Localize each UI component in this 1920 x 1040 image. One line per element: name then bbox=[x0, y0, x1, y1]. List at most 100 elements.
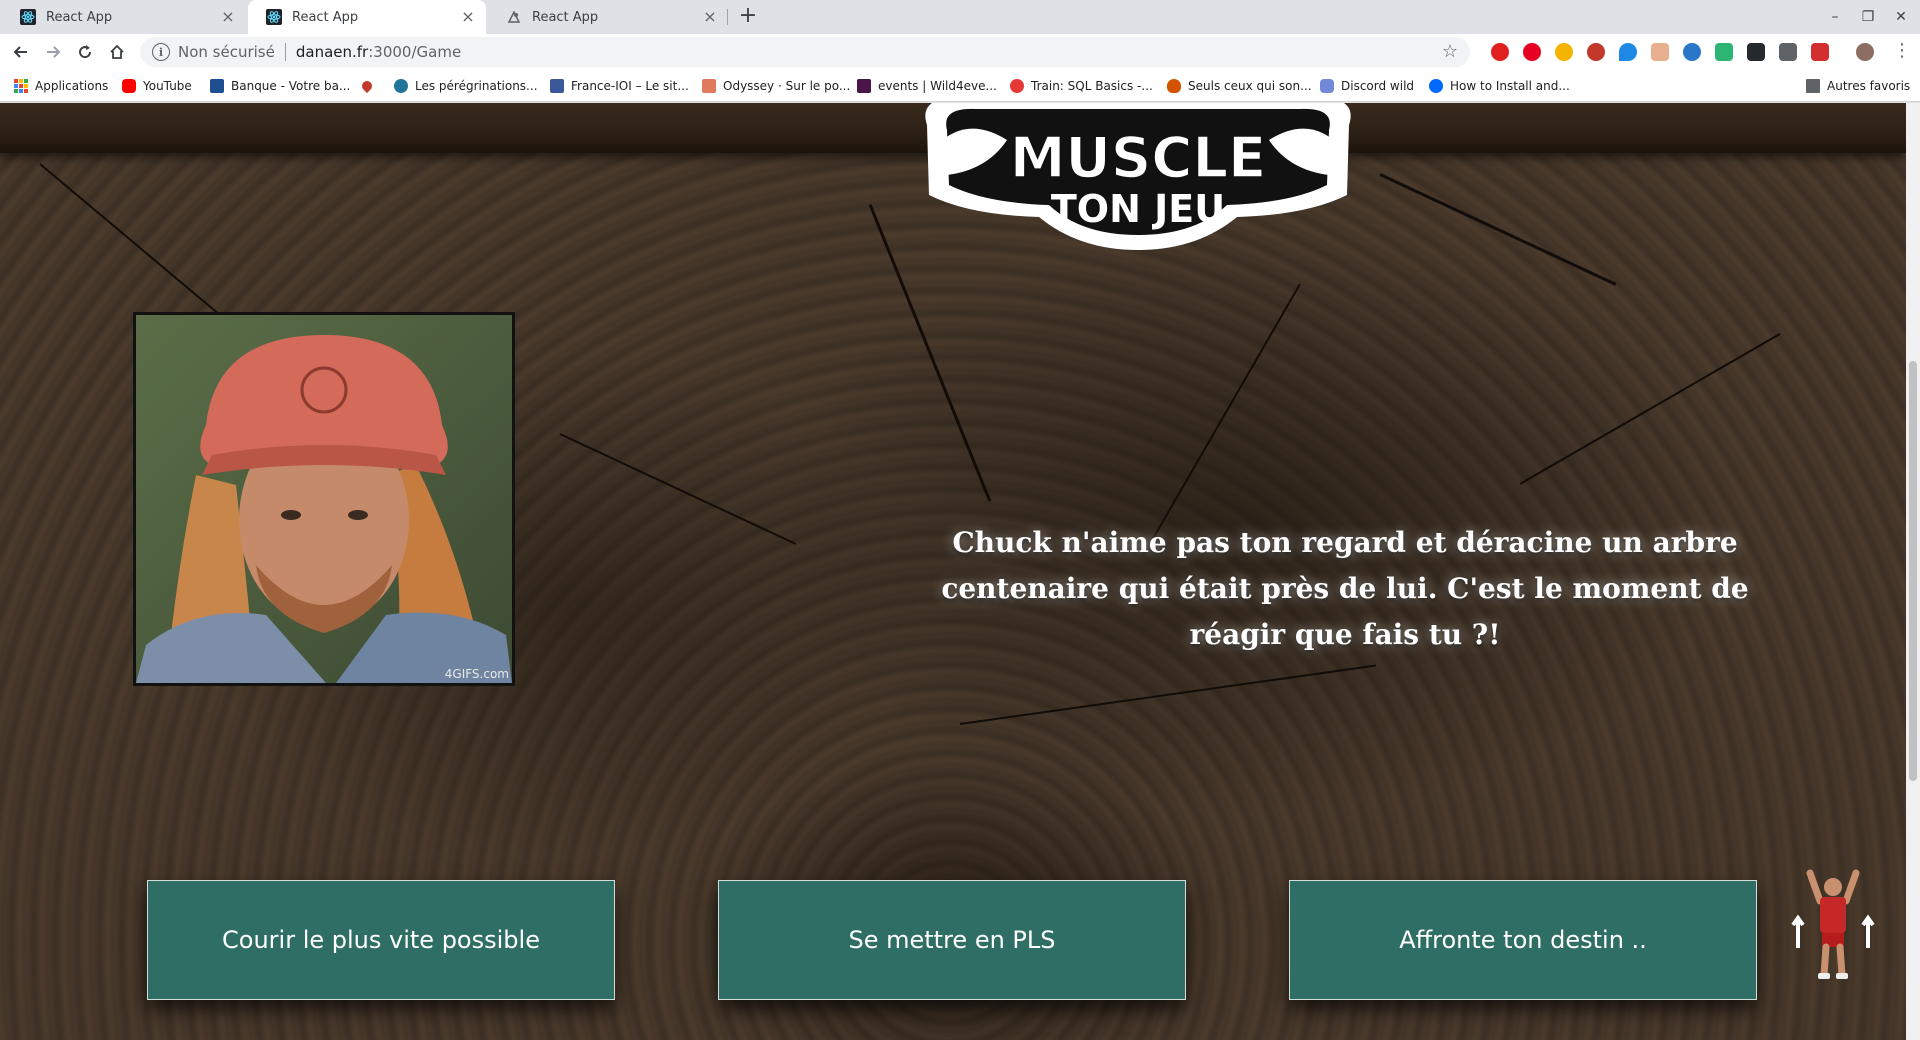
back-arrow-icon bbox=[13, 46, 27, 58]
palette-extension-icon[interactable] bbox=[1651, 43, 1669, 61]
chrome-extension-icon[interactable] bbox=[1555, 43, 1573, 61]
browser-toolbar: i Non sécurisé danaen.fr:3000/Game ☆ ⋮ bbox=[0, 34, 1920, 70]
bookmark-france-ioi[interactable]: France-IOI – Le sit... bbox=[550, 77, 689, 95]
bookmark-label: France-IOI – Le sit... bbox=[571, 79, 689, 93]
tab-close-icon[interactable]: × bbox=[702, 9, 718, 25]
home-button[interactable] bbox=[105, 40, 129, 64]
profile-avatar[interactable] bbox=[1856, 43, 1874, 61]
chuck-portrait-illustration bbox=[136, 315, 512, 683]
discord-icon bbox=[1320, 79, 1334, 93]
tab-react-app-1[interactable]: React App × bbox=[2, 0, 246, 34]
bookmark-discord-wild[interactable]: Discord wild bbox=[1320, 77, 1414, 95]
france-ioi-icon bbox=[550, 79, 564, 93]
apps-grid-icon bbox=[14, 79, 28, 93]
shield-extension-icon[interactable] bbox=[1779, 43, 1797, 61]
close-window-button[interactable]: ✕ bbox=[1886, 6, 1916, 28]
pinterest-extension-icon[interactable] bbox=[1523, 43, 1541, 61]
bookmark-seuls-ceux[interactable]: Seuls ceux qui son... bbox=[1167, 77, 1312, 95]
folder-icon bbox=[1806, 79, 1820, 93]
forward-button[interactable] bbox=[41, 40, 65, 64]
bookmark-label: Applications bbox=[35, 79, 109, 93]
bookmark-peregrinations[interactable]: Les pérégrinations... bbox=[394, 77, 538, 95]
bookmark-label: events | Wild4eve... bbox=[878, 79, 997, 93]
tab-title: React App bbox=[46, 9, 113, 25]
bookmark-label: Autres favoris bbox=[1827, 79, 1911, 93]
security-label: Non sécurisé bbox=[178, 43, 275, 61]
react-favicon-icon bbox=[266, 9, 282, 25]
choice-button-run[interactable]: Courir le plus vite possible bbox=[147, 880, 615, 1000]
bookmark-applications[interactable]: Applications bbox=[14, 77, 108, 95]
wood-crack bbox=[1149, 283, 1301, 545]
bookmark-youtube[interactable]: YouTube bbox=[122, 77, 192, 95]
chuck-gif-image: 4GIFS.com bbox=[133, 312, 515, 686]
bookmark-label: How to Install and... bbox=[1450, 79, 1570, 93]
scrollbar-thumb[interactable] bbox=[1909, 361, 1917, 781]
restore-button[interactable]: ❐ bbox=[1853, 6, 1883, 28]
tab-close-icon[interactable]: × bbox=[460, 9, 476, 25]
wood-crack bbox=[959, 664, 1377, 725]
tab-react-app-2[interactable]: React App × bbox=[248, 0, 486, 34]
tab-title: React App bbox=[532, 9, 599, 25]
wood-crack bbox=[1379, 173, 1617, 286]
tab-title: React App bbox=[292, 9, 359, 25]
bookmark-sql-basics[interactable]: Train: SQL Basics -... bbox=[1010, 77, 1153, 95]
url-host: danaen.fr bbox=[295, 43, 369, 61]
new-tab-button[interactable]: + bbox=[736, 5, 760, 29]
bookmark-odyssey[interactable]: Odyssey · Sur le po... bbox=[702, 77, 850, 95]
choice-button-face-destiny[interactable]: Affronte ton destin .. bbox=[1289, 880, 1757, 1000]
wood-crack bbox=[1519, 333, 1781, 485]
url-path: :3000/Game bbox=[368, 43, 462, 61]
address-divider bbox=[284, 43, 286, 61]
acorn-icon bbox=[1167, 79, 1181, 93]
slack-icon bbox=[857, 79, 871, 93]
bookmark-label: Seuls ceux qui son... bbox=[1188, 79, 1312, 93]
video-extension-icon[interactable] bbox=[1811, 43, 1829, 61]
bookmark-heart[interactable] bbox=[359, 77, 379, 95]
bookmark-wild4events[interactable]: events | Wild4eve... bbox=[857, 77, 997, 95]
back-button[interactable] bbox=[9, 40, 33, 64]
heart-icon bbox=[359, 78, 375, 94]
story-text: Chuck n'aime pas ton regard et déracine … bbox=[941, 526, 1749, 651]
digitalocean-icon bbox=[1429, 79, 1443, 93]
bookmark-label: Discord wild bbox=[1341, 79, 1415, 93]
choice-button-pls[interactable]: Se mettre en PLS bbox=[718, 880, 1186, 1000]
address-bar[interactable]: i Non sécurisé danaen.fr:3000/Game ☆ bbox=[140, 37, 1470, 67]
weightlifter-mascot-image bbox=[1791, 869, 1875, 979]
s-extension-icon[interactable] bbox=[1715, 43, 1733, 61]
reload-button[interactable] bbox=[73, 40, 97, 64]
logo-line2: TON JEU bbox=[1051, 187, 1225, 231]
react-favicon-icon bbox=[20, 9, 36, 25]
bookmark-label: YouTube bbox=[143, 79, 192, 93]
tab-strip: React App × React App × React App × + – … bbox=[0, 0, 1920, 34]
tab-react-app-3[interactable]: React App × bbox=[488, 0, 728, 34]
menu-kebab-icon[interactable]: ⋮ bbox=[1893, 40, 1911, 61]
logo-line1: MUSCLE bbox=[1010, 126, 1267, 191]
bookmark-label: Odyssey · Sur le po... bbox=[723, 79, 851, 93]
bookmarks-bar: Applications YouTube Banque - Votre ba..… bbox=[0, 70, 1920, 102]
vertabelo-icon bbox=[1010, 79, 1024, 93]
bookmark-star-icon[interactable]: ☆ bbox=[1442, 41, 1458, 62]
bookmark-how-to-install[interactable]: How to Install and... bbox=[1429, 77, 1570, 95]
bookmark-banque[interactable]: Banque - Votre ba... bbox=[210, 77, 350, 95]
droplet-extension-icon[interactable] bbox=[1619, 43, 1637, 61]
youtube-icon bbox=[122, 79, 136, 93]
bookmark-label: Train: SQL Basics -... bbox=[1031, 79, 1153, 93]
odyssey-icon bbox=[702, 79, 716, 93]
game-page: MUSCLE TON JEU 4GIFS.com Chuck n'aime pa… bbox=[0, 103, 1906, 1040]
tab-close-icon[interactable]: × bbox=[220, 9, 236, 25]
info-icon[interactable]: i bbox=[152, 43, 170, 61]
wood-crack bbox=[559, 433, 797, 545]
reload-icon bbox=[79, 45, 92, 59]
tab-separator bbox=[727, 9, 728, 25]
loading-favicon-icon bbox=[506, 9, 522, 25]
bookmark-other-favorites[interactable]: Autres favoris bbox=[1806, 77, 1910, 95]
adblock-extension-icon[interactable] bbox=[1587, 43, 1605, 61]
opera-extension-icon[interactable] bbox=[1491, 43, 1509, 61]
page-scrollbar[interactable] bbox=[1906, 103, 1920, 1040]
github-extension-icon[interactable] bbox=[1747, 43, 1765, 61]
minimize-button[interactable]: – bbox=[1820, 6, 1850, 28]
bookmark-label: Banque - Votre ba... bbox=[231, 79, 351, 93]
muscle-ton-jeu-logo: MUSCLE TON JEU bbox=[925, 103, 1351, 250]
gif-credit: 4GIFS.com bbox=[444, 667, 509, 681]
wave-extension-icon[interactable] bbox=[1683, 43, 1701, 61]
